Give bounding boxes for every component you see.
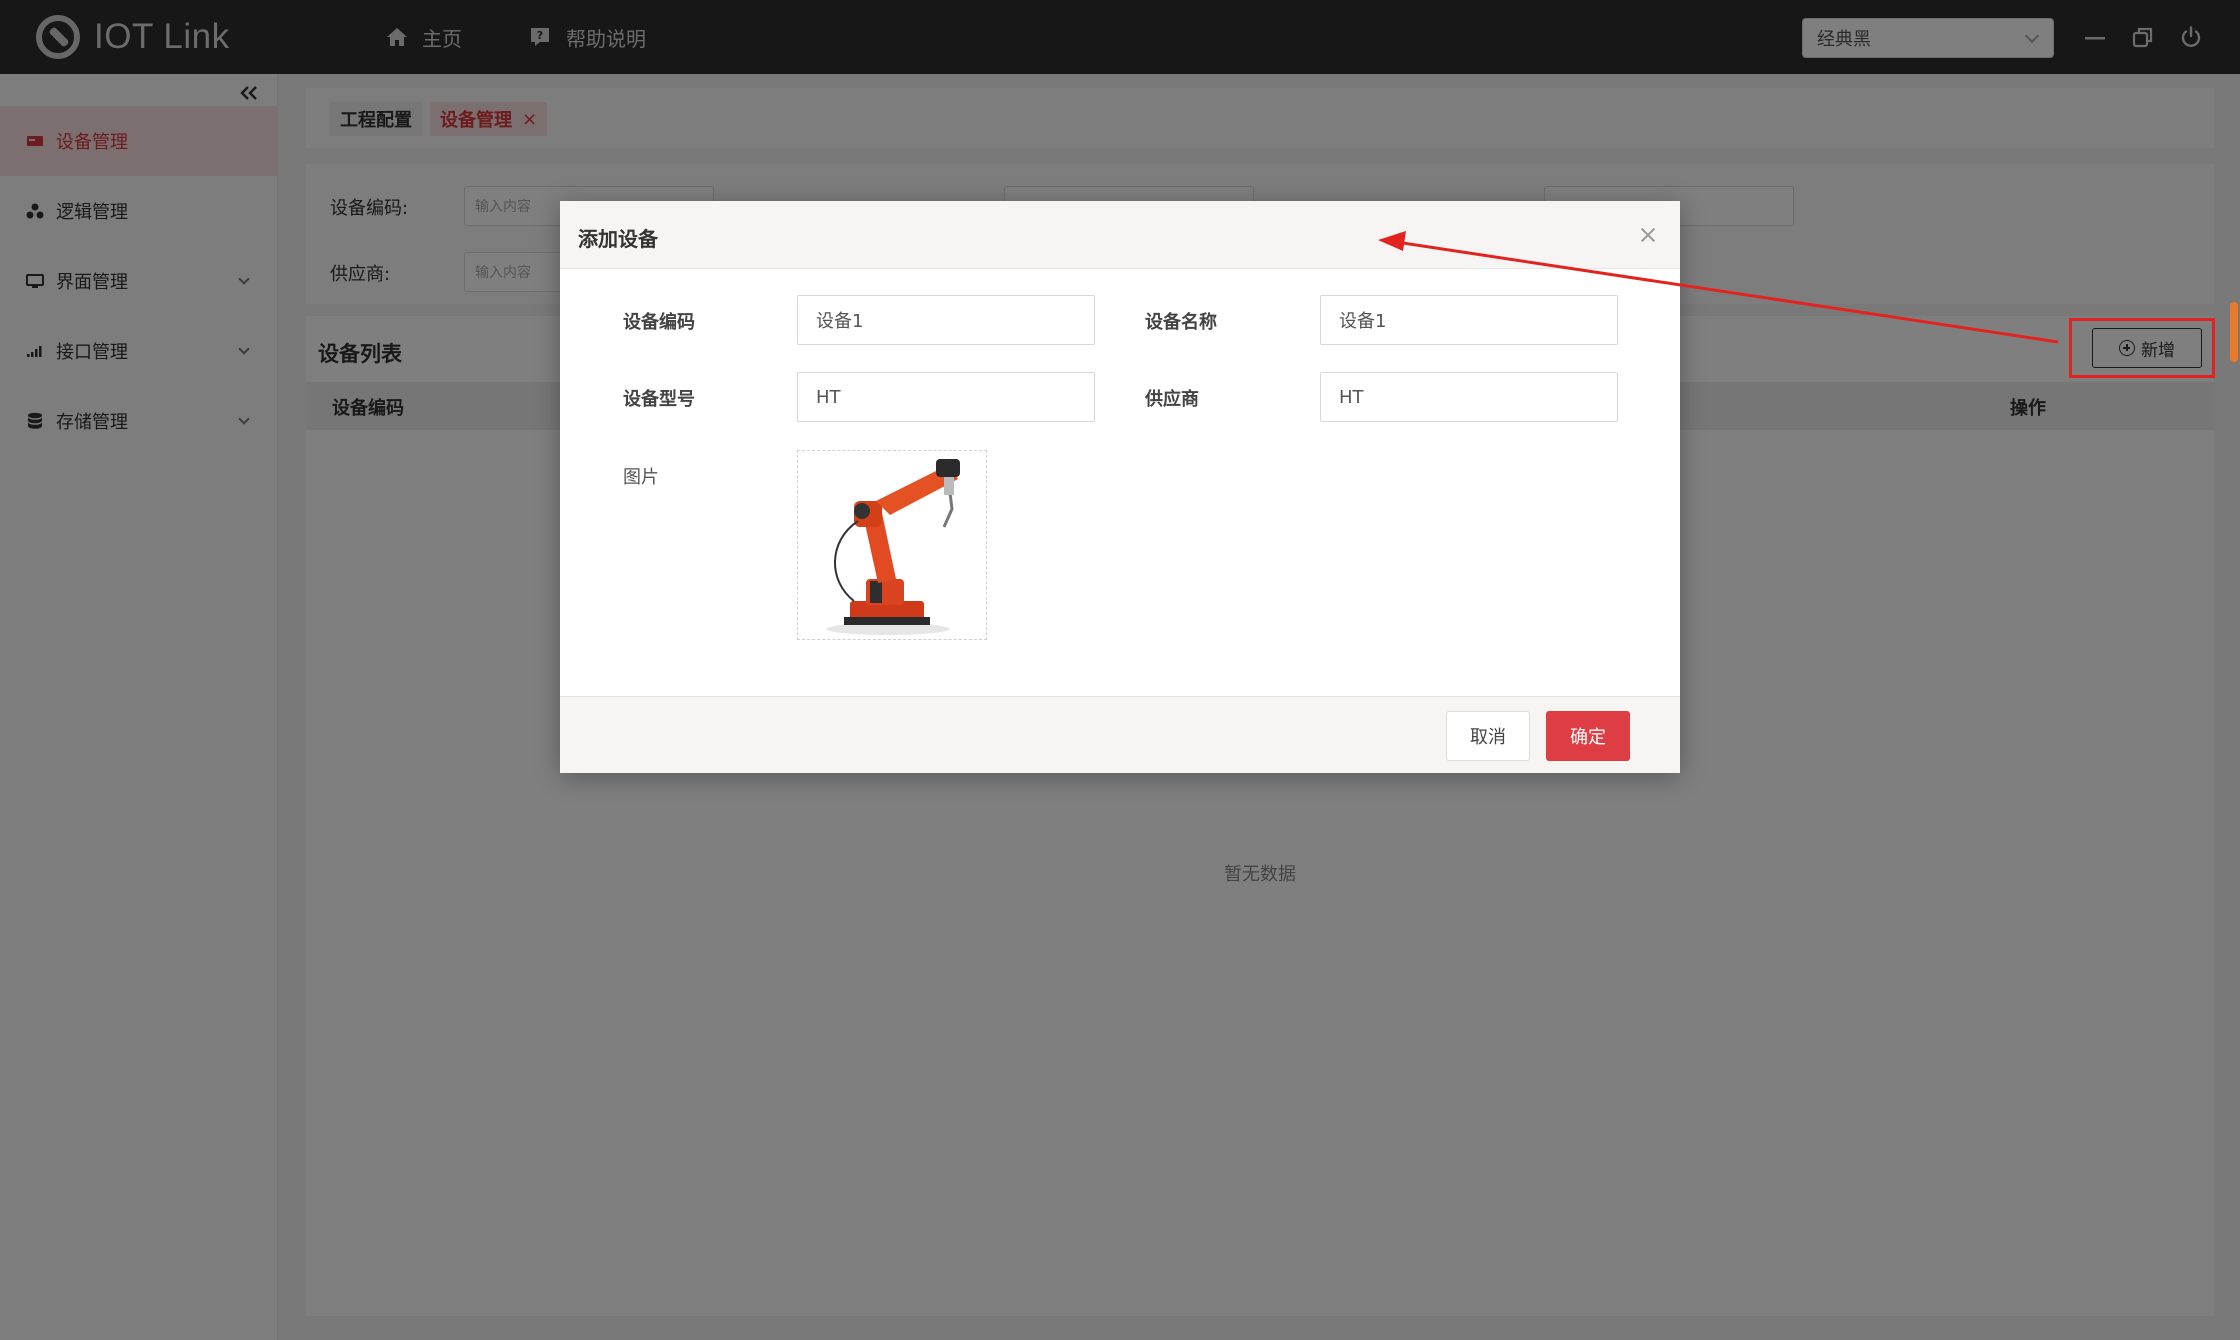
device-name-value: 设备1	[1339, 311, 1387, 332]
robot-arm-image	[826, 459, 960, 635]
dialog-footer: 取消 确定	[560, 696, 1680, 773]
device-name-input[interactable]: 设备1	[1320, 295, 1618, 345]
device-model-label: 设备型号	[623, 389, 695, 410]
device-supplier-input[interactable]: HT	[1320, 372, 1618, 422]
scrollbar-thumb[interactable]	[2230, 302, 2238, 362]
cancel-label: 取消	[1470, 727, 1506, 748]
confirm-label: 确定	[1570, 727, 1606, 748]
device-supplier-label: 供应商	[1145, 389, 1199, 410]
dialog-header: 添加设备	[560, 201, 1680, 269]
device-supplier-value: HT	[1339, 386, 1364, 408]
cancel-button[interactable]: 取消	[1446, 711, 1530, 761]
close-icon[interactable]	[1638, 225, 1658, 245]
device-model-value: HT	[816, 386, 841, 408]
device-image-label: 图片	[623, 467, 659, 488]
dialog-title: 添加设备	[578, 227, 658, 251]
device-image-upload[interactable]	[797, 450, 987, 640]
add-device-dialog: 添加设备 设备编码 设备1 设备名称 设备1 设备型号 HT 供应商 HT 图片	[560, 201, 1680, 773]
device-model-input[interactable]: HT	[797, 372, 1095, 422]
device-name-label: 设备名称	[1145, 312, 1217, 333]
device-code-value: 设备1	[816, 311, 864, 332]
device-code-input[interactable]: 设备1	[797, 295, 1095, 345]
device-code-label: 设备编码	[623, 312, 695, 333]
annotation-highlight-box	[2069, 318, 2215, 378]
confirm-button[interactable]: 确定	[1546, 711, 1630, 761]
scrollbar[interactable]	[2226, 74, 2240, 1340]
